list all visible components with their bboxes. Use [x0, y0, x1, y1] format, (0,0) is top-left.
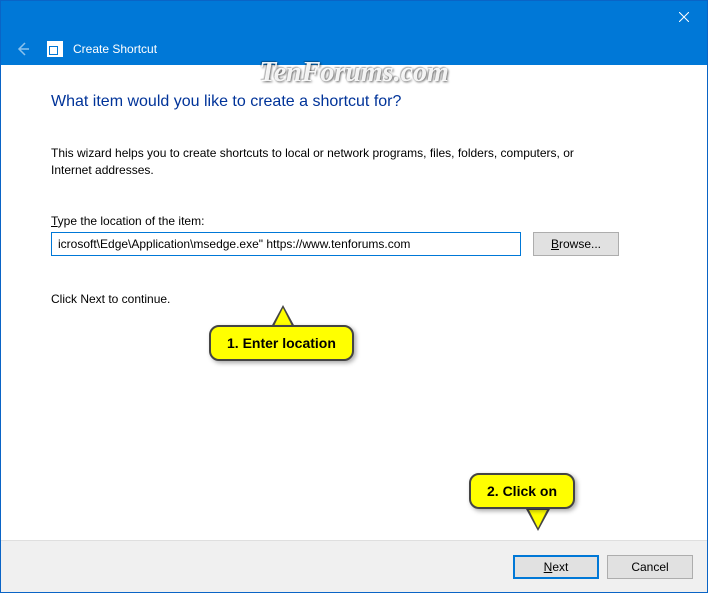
next-button[interactable]: Next — [513, 555, 599, 579]
shortcut-icon — [47, 41, 63, 57]
browse-button[interactable]: Browse... — [533, 232, 619, 256]
wizard-content: What item would you like to create a sho… — [1, 65, 707, 540]
cancel-button[interactable]: Cancel — [607, 555, 693, 579]
intro-text: This wizard helps you to create shortcut… — [51, 145, 611, 180]
wizard-header: Create Shortcut — [1, 33, 707, 65]
page-heading: What item would you like to create a sho… — [51, 93, 665, 111]
button-bar: Next Cancel — [1, 540, 707, 592]
location-label: Type the location of the item: — [51, 214, 665, 228]
wizard-title: Create Shortcut — [73, 42, 157, 56]
close-icon — [679, 12, 689, 22]
continue-text: Click Next to continue. — [51, 292, 665, 306]
annotation-click-on: 2. Click on — [469, 473, 575, 509]
callout1-tail — [271, 305, 295, 327]
back-button[interactable] — [13, 39, 33, 59]
titlebar — [1, 1, 707, 33]
annotation-enter-location: 1. Enter location — [209, 325, 354, 361]
callout2-tail — [526, 509, 550, 531]
back-arrow-icon — [15, 41, 31, 57]
close-button[interactable] — [661, 1, 707, 33]
location-input[interactable] — [51, 232, 521, 256]
